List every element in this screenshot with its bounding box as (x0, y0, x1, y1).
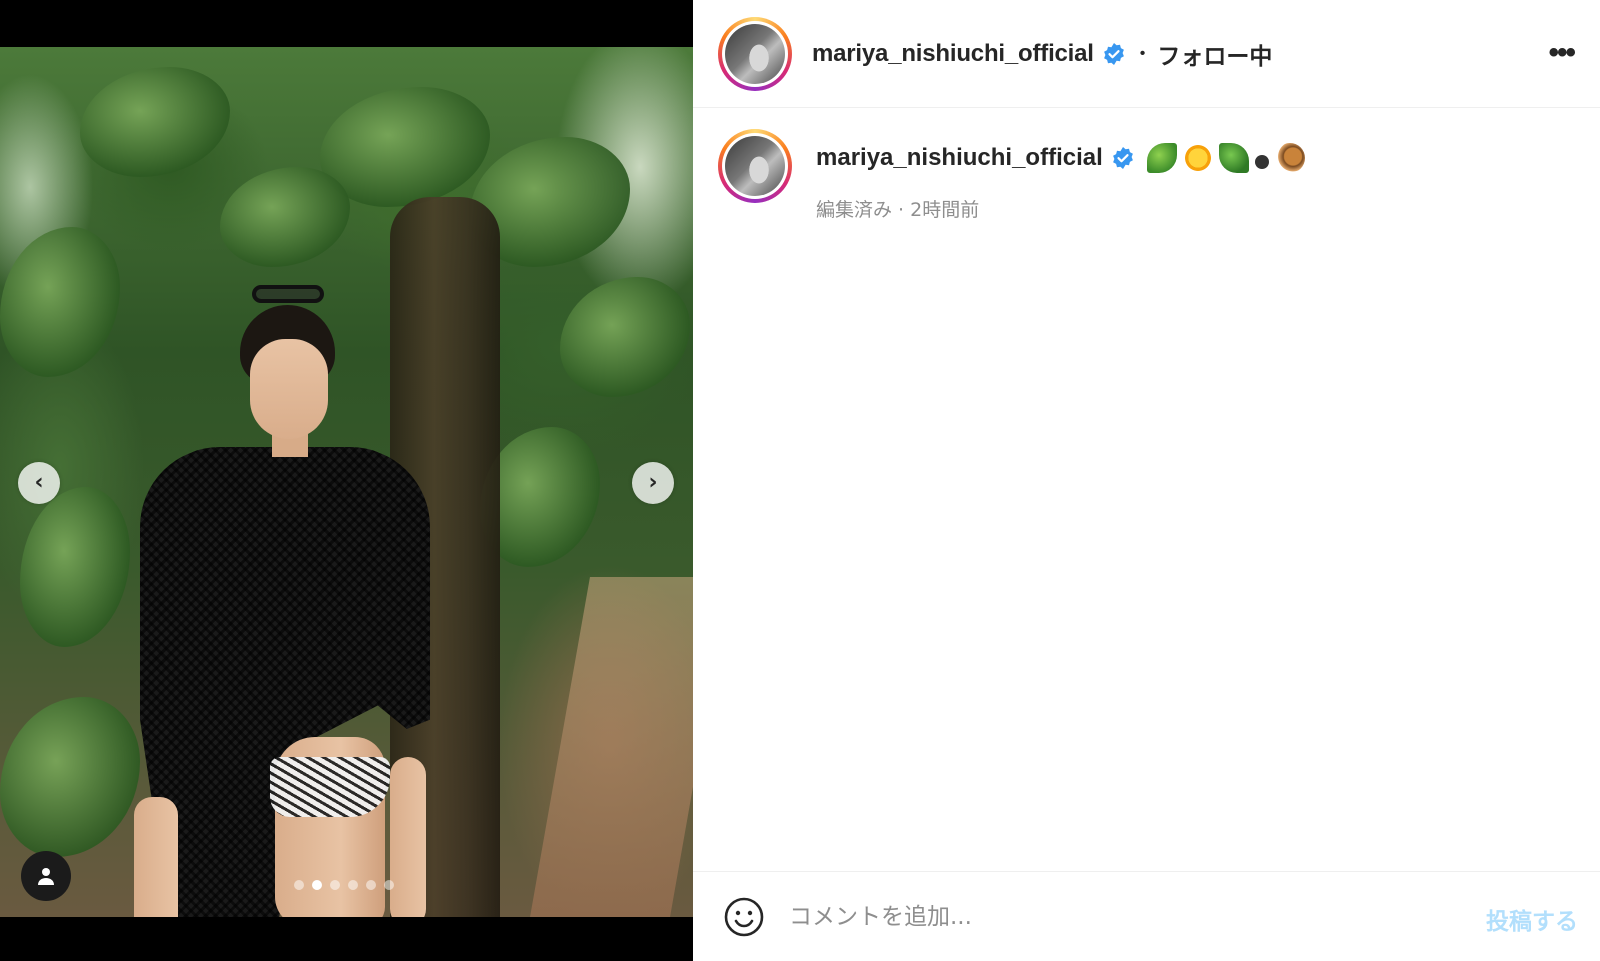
comment-input[interactable] (789, 896, 1429, 937)
foliage (560, 277, 690, 397)
avatar[interactable] (718, 16, 792, 91)
foliage (0, 227, 120, 377)
tagged-users-button[interactable] (21, 851, 71, 901)
caption-line: mariya_nishiuchi_official (816, 143, 1305, 173)
person (120, 277, 450, 917)
post-side-panel: mariya_nishiuchi_official • フォロー中 ••• ma… (693, 0, 1600, 961)
following-button[interactable]: フォロー中 (1157, 37, 1272, 71)
carousel-dot (366, 880, 376, 890)
caption-emojis (1146, 143, 1305, 173)
bikini (270, 757, 390, 817)
carousel-dot (384, 880, 394, 890)
foliage (80, 67, 230, 177)
arm (134, 797, 178, 917)
carousel-dot (312, 880, 322, 890)
verified-badge-icon (1102, 42, 1126, 66)
foliage (220, 167, 350, 267)
snail-emoji (1274, 143, 1305, 173)
comment-bar: 投稿する (693, 871, 1600, 961)
avatar-frame (722, 133, 788, 199)
caption: mariya_nishiuchi_official 編集済み · 2時間前 (718, 129, 1305, 222)
username-link[interactable]: mariya_nishiuchi_official (812, 40, 1094, 68)
header-separator: • (1139, 44, 1146, 62)
sunglasses (252, 285, 324, 303)
face (250, 339, 328, 439)
carousel-dot (294, 880, 304, 890)
sun-emoji (1182, 143, 1213, 173)
emoji-picker-icon[interactable] (723, 896, 765, 938)
user-icon (38, 868, 54, 885)
post-media: ‹ › (0, 0, 693, 961)
post-comment-button[interactable]: 投稿する (1486, 902, 1578, 936)
carousel-indicator (294, 880, 394, 890)
caption-body: mariya_nishiuchi_official 編集済み · 2時間前 (816, 129, 1305, 222)
carousel-prev-button[interactable]: ‹ (18, 462, 60, 504)
leaf-emoji (1146, 143, 1177, 173)
foliage (320, 87, 490, 207)
arm (390, 757, 426, 917)
carousel-next-button[interactable]: › (632, 462, 674, 504)
carousel-dot (330, 880, 340, 890)
foliage (0, 697, 140, 857)
verified-badge-icon (1111, 146, 1135, 170)
avatar[interactable] (718, 129, 792, 203)
leaf-emoji (1218, 143, 1249, 173)
caption-meta: 編集済み · 2時間前 (816, 199, 980, 221)
path-light (530, 577, 693, 917)
avatar-frame (722, 20, 788, 87)
avatar-image (725, 23, 785, 84)
chevron-left-icon: ‹ (34, 470, 44, 495)
post-header: mariya_nishiuchi_official • フォロー中 ••• (693, 0, 1600, 108)
carousel-dot (348, 880, 358, 890)
bug-emoji (1254, 155, 1269, 169)
more-options-button[interactable]: ••• (1548, 38, 1575, 68)
post-photo[interactable] (0, 47, 693, 917)
chevron-right-icon: › (648, 470, 658, 495)
avatar-image (725, 136, 785, 196)
foliage (20, 487, 130, 647)
caption-username-link[interactable]: mariya_nishiuchi_official (816, 144, 1103, 172)
